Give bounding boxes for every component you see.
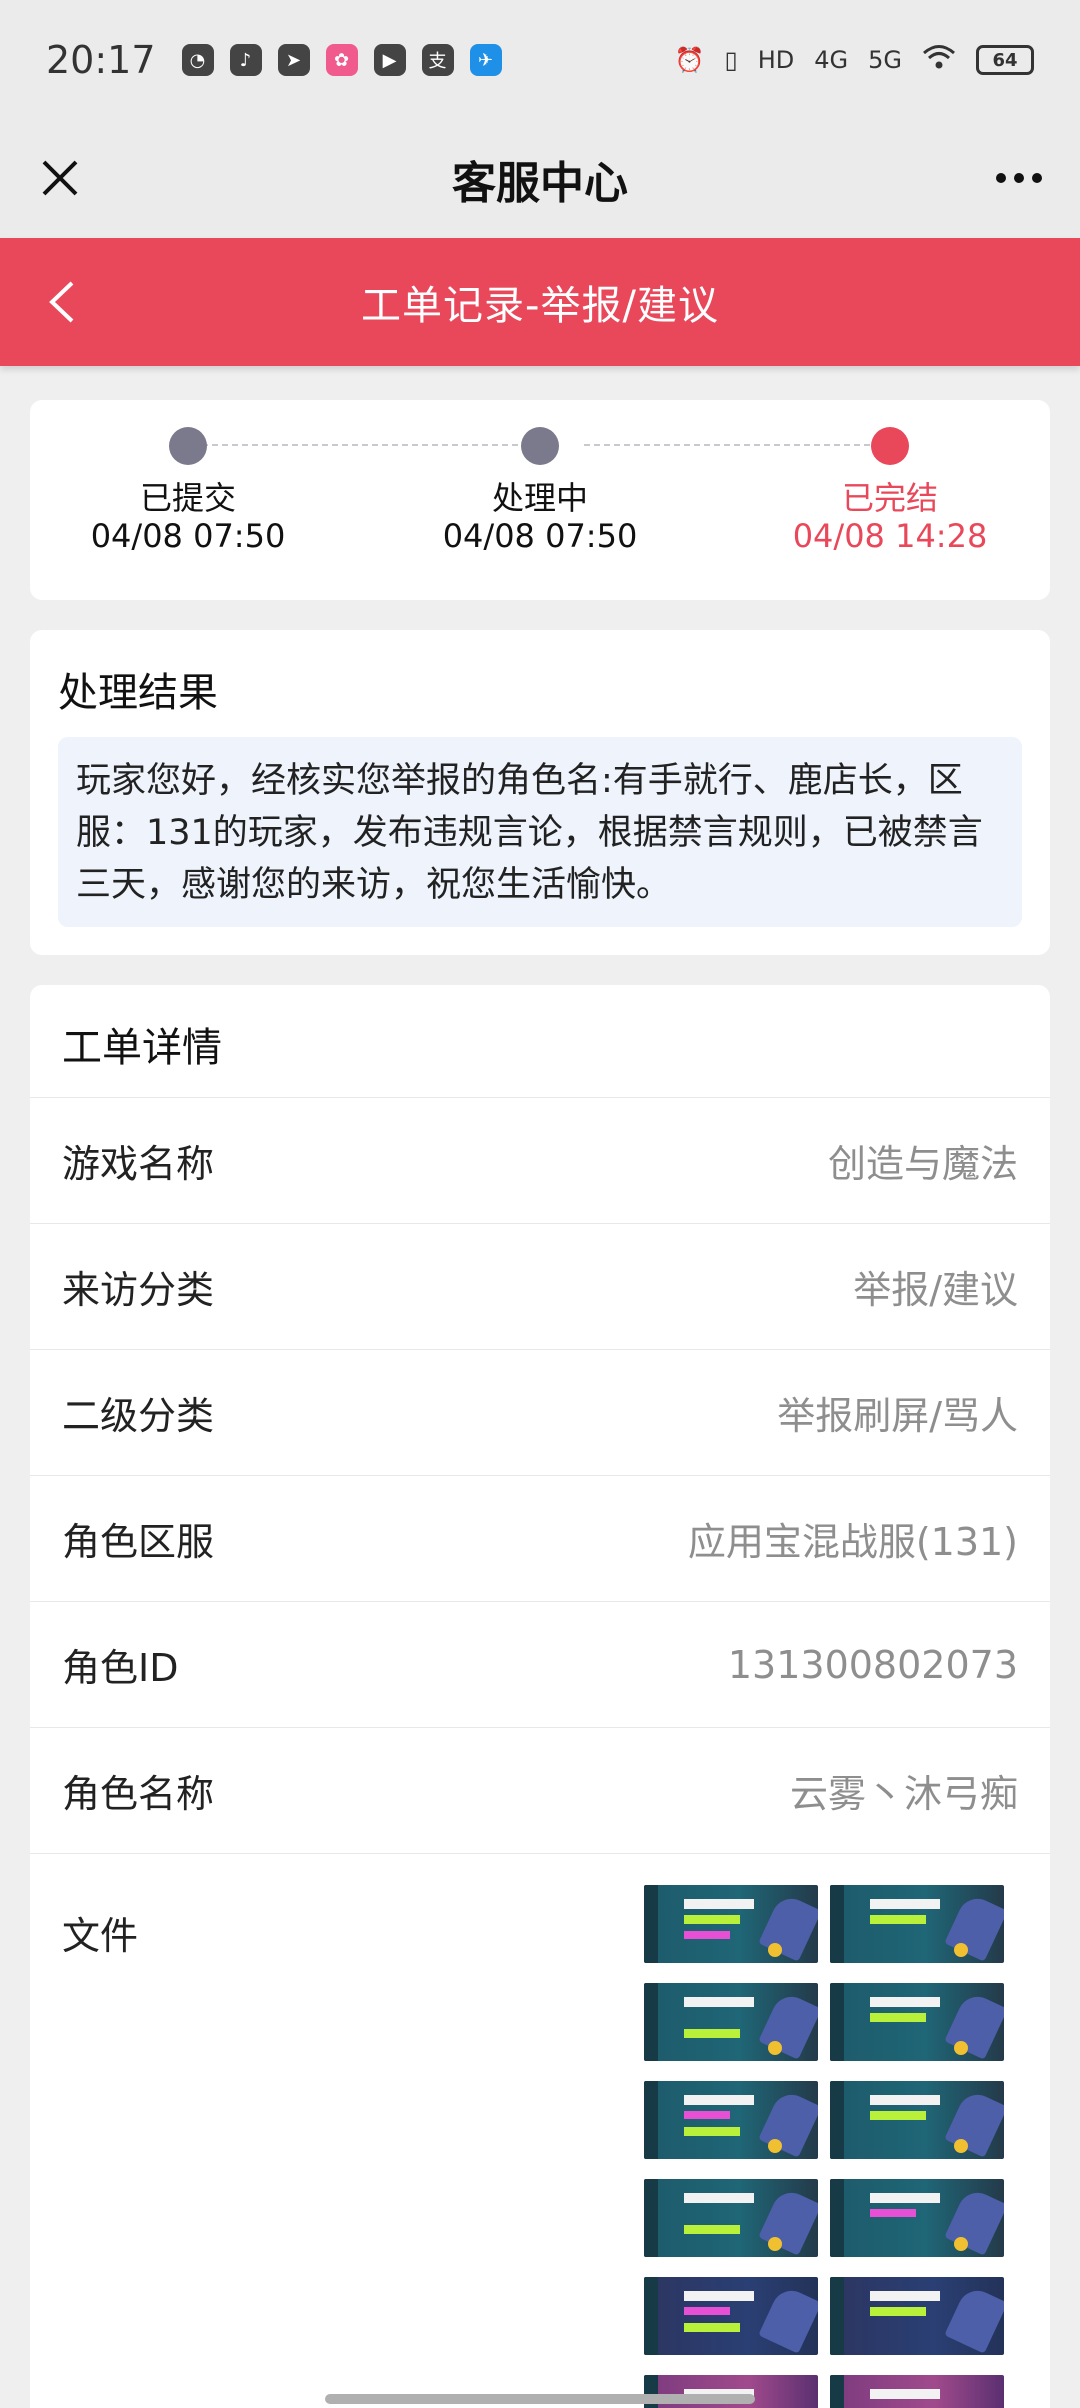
file-thumbnail[interactable]	[644, 1885, 818, 1963]
detail-row-server: 角色区服 应用宝混战服(131)	[30, 1475, 1050, 1601]
ticket-header-title: 工单记录-举报/建议	[361, 283, 719, 329]
step-time: 04/08 07:50	[90, 517, 286, 555]
step-label: 已提交	[139, 479, 236, 517]
status-bar: 20:17 ◔ ♪ ➤ ✿ ▶ 支 ✈ ⏰ ▯ HD 4G 5G 64	[0, 0, 1080, 120]
close-icon[interactable]	[30, 148, 90, 208]
detail-value: 举报/建议	[853, 1268, 1018, 1312]
home-indicator[interactable]	[325, 2394, 755, 2404]
detail-row-subcategory: 二级分类 举报刷屏/骂人	[30, 1349, 1050, 1475]
lofter-icon: ✿	[325, 44, 358, 76]
back-icon[interactable]	[36, 272, 86, 332]
video-player-icon: ▶	[373, 44, 406, 76]
detail-value: 举报刷屏/骂人	[777, 1394, 1018, 1438]
alarm-icon: ⏰	[674, 46, 705, 74]
file-thumbnail[interactable]	[830, 2277, 1004, 2355]
step-dot	[521, 427, 559, 465]
file-thumbnail[interactable]	[830, 2179, 1004, 2257]
tiktok-icon: ♪	[229, 44, 262, 76]
detail-title: 工单详情	[62, 1025, 222, 1071]
step-label: 处理中	[491, 479, 588, 517]
hd-icon: HD	[757, 46, 795, 74]
file-thumbnail[interactable]	[830, 2081, 1004, 2159]
battery-icon: 64	[976, 45, 1034, 75]
alipay-icon: 支	[421, 44, 454, 76]
detail-key: 游戏名称	[62, 1142, 215, 1186]
detail-row-category: 来访分类 举报/建议	[30, 1223, 1050, 1349]
file-thumbnail[interactable]	[830, 1983, 1004, 2061]
file-thumbnail[interactable]	[830, 2375, 1004, 2408]
file-thumbnail[interactable]	[644, 2081, 818, 2159]
telegram-icon: ➤	[277, 44, 310, 76]
result-text: 玩家您好，经核实您举报的角色名:有手就行、鹿店长，区服：131的玩家，发布违规言…	[58, 737, 1022, 927]
wifi-icon	[922, 44, 956, 76]
detail-row-role-id: 角色ID 131300802073	[30, 1601, 1050, 1727]
step-time: 04/08 14:28	[792, 517, 988, 555]
signal-4g-icon: 4G	[814, 46, 849, 74]
file-thumbnail[interactable]	[644, 1983, 818, 2061]
signal-5g-icon: 5G	[868, 46, 902, 74]
app-nav-bar: 客服中心	[0, 120, 1080, 238]
detail-value: 131300802073	[727, 1642, 1018, 1687]
detail-value: 应用宝混战服(131)	[687, 1520, 1018, 1564]
detail-value: 云雾丶沐弓痴	[789, 1772, 1018, 1816]
ticket-header: 工单记录-举报/建议	[0, 238, 1080, 366]
vibrate-icon: ▯	[724, 46, 738, 74]
detail-row-game: 游戏名称 创造与魔法	[30, 1097, 1050, 1223]
result-title: 处理结果	[58, 670, 218, 716]
detail-key: 二级分类	[62, 1394, 215, 1438]
feishu-icon: ✈	[469, 44, 502, 76]
page-title: 客服中心	[452, 158, 628, 209]
progress-step-submitted: 已提交 04/08 07:50	[58, 400, 318, 555]
detail-card: 工单详情 游戏名称 创造与魔法 来访分类 举报/建议 二级分类 举报刷屏/骂人 …	[30, 985, 1050, 2408]
detail-key: 角色区服	[62, 1520, 215, 1564]
more-options-icon[interactable]	[984, 148, 1054, 208]
clock-app-icon: ◔	[181, 44, 214, 76]
step-time: 04/08 07:50	[442, 517, 638, 555]
progress-card: 已提交 04/08 07:50 处理中 04/08 07:50 已完结 04/0…	[30, 400, 1050, 600]
progress-step-completed: 已完结 04/08 14:28	[760, 400, 1020, 555]
file-thumbnail[interactable]	[644, 2179, 818, 2257]
progress-step-processing: 处理中 04/08 07:50	[410, 400, 670, 555]
result-card: 处理结果 玩家您好，经核实您举报的角色名:有手就行、鹿店长，区服：131的玩家，…	[30, 630, 1050, 955]
step-dot	[871, 427, 909, 465]
detail-key: 角色ID	[62, 1646, 179, 1690]
notification-icons: ◔ ♪ ➤ ✿ ▶ 支 ✈	[181, 44, 502, 76]
system-icons: ⏰ ▯ HD 4G 5G 64	[675, 44, 1034, 76]
step-label: 已完结	[841, 479, 938, 517]
detail-row-role-name: 角色名称 云雾丶沐弓痴	[30, 1727, 1050, 1853]
detail-key: 来访分类	[62, 1268, 215, 1312]
file-thumbnail[interactable]	[644, 2277, 818, 2355]
detail-value: 创造与魔法	[827, 1142, 1018, 1186]
detail-key: 角色名称	[62, 1772, 215, 1816]
step-dot	[169, 427, 207, 465]
status-time: 20:17	[46, 38, 156, 82]
file-thumbnail[interactable]	[830, 1885, 1004, 1963]
files-label: 文件	[62, 1914, 139, 1958]
